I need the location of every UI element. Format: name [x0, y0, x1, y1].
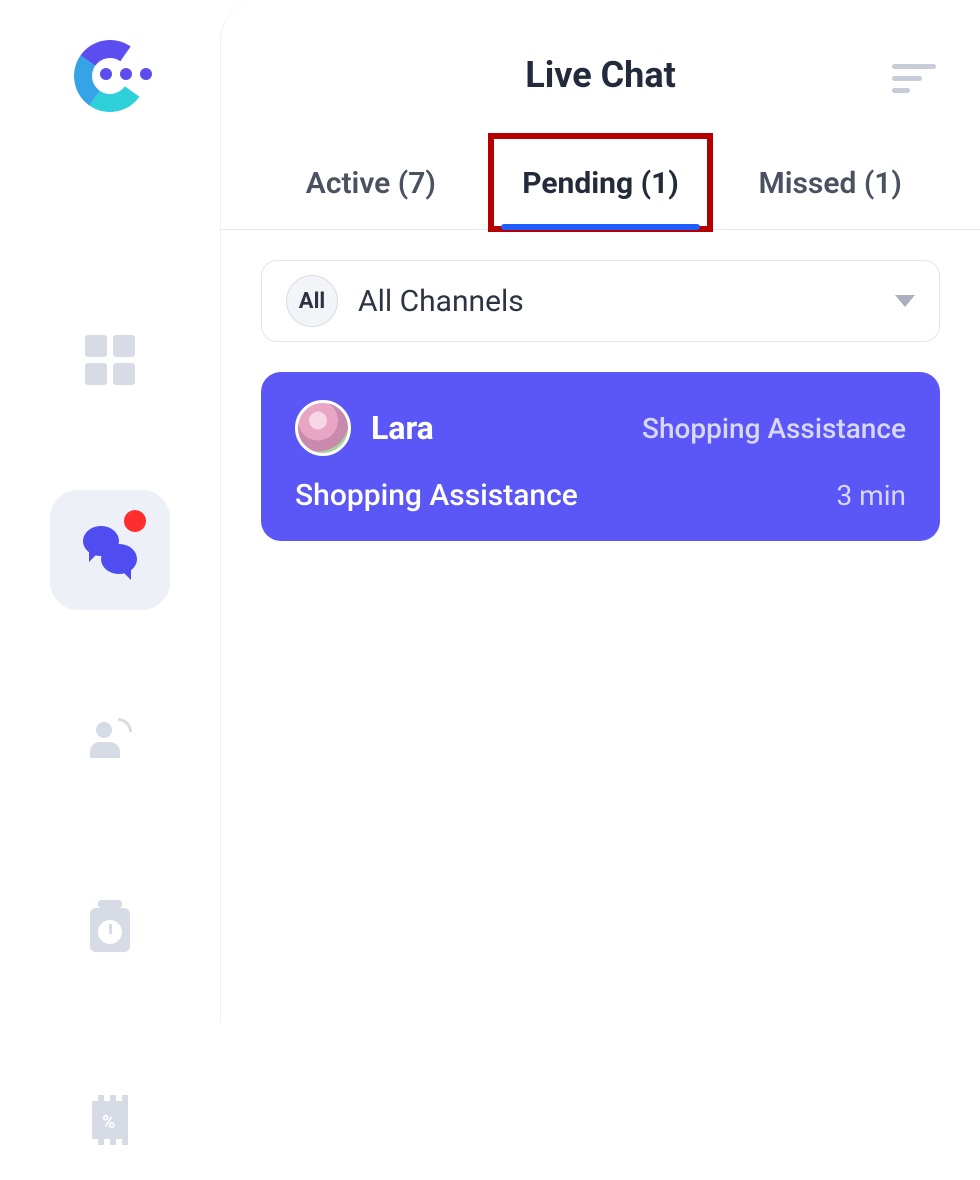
- chat-icon: [83, 526, 137, 574]
- conversation-subject: Shopping Assistance: [295, 478, 578, 513]
- header: Live Chat: [221, 24, 980, 136]
- filter-label: All Channels: [358, 284, 875, 319]
- sidebar-item-discounts[interactable]: %: [50, 1060, 170, 1180]
- person-voice-icon: [90, 722, 130, 758]
- channel-filter[interactable]: All All Channels: [261, 260, 940, 342]
- tab-pending[interactable]: Pending (1): [491, 136, 711, 229]
- sort-button[interactable]: [892, 64, 940, 100]
- page-title: Live Chat: [525, 54, 676, 96]
- main-panel: Live Chat Active (7) Pending (1) Missed …: [220, 0, 980, 1022]
- sort-lines-icon: [892, 64, 936, 69]
- tab-missed[interactable]: Missed (1): [720, 136, 940, 229]
- sidebar-item-contacts[interactable]: [50, 680, 170, 800]
- sidebar: %: [0, 0, 220, 1022]
- chevron-down-icon: [895, 295, 915, 307]
- notification-badge: [124, 510, 146, 532]
- tabs: Active (7) Pending (1) Missed (1): [221, 136, 980, 230]
- clock-icon: [90, 908, 130, 952]
- conversation-tag: Shopping Assistance: [642, 412, 906, 445]
- conversation-time: 3 min: [836, 479, 906, 512]
- receipt-icon: %: [92, 1098, 128, 1142]
- avatar: [295, 400, 351, 456]
- filter-pill: All: [286, 275, 338, 327]
- conversation-item[interactable]: Lara Shopping Assistance Shopping Assist…: [261, 372, 940, 541]
- conversation-list: Lara Shopping Assistance Shopping Assist…: [221, 342, 980, 571]
- sidebar-item-history[interactable]: [50, 870, 170, 990]
- sidebar-nav: %: [50, 300, 170, 1180]
- tab-active[interactable]: Active (7): [261, 136, 481, 229]
- sidebar-item-dashboard[interactable]: [50, 300, 170, 420]
- sidebar-item-chat[interactable]: [50, 490, 170, 610]
- grid-icon: [85, 335, 135, 385]
- conversation-name: Lara: [371, 409, 434, 447]
